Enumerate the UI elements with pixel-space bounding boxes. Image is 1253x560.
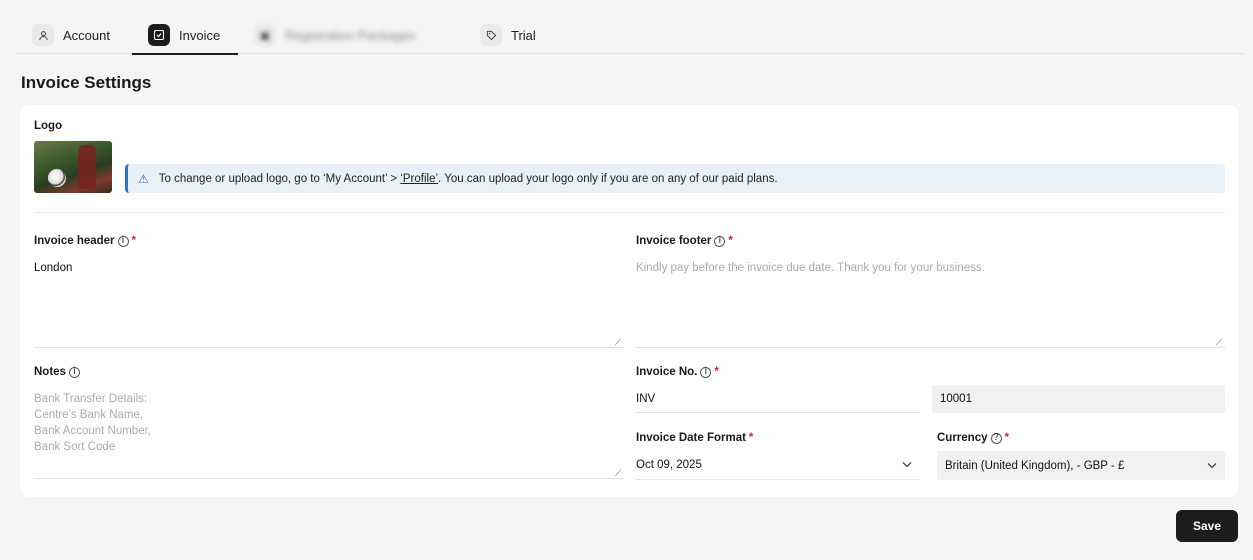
notes-placeholder-line: Bank Sort Code: [34, 441, 116, 453]
required-marker: *: [728, 235, 733, 247]
date-format-label-text: Invoice Date Format: [636, 432, 746, 444]
invoice-header-value: London: [34, 262, 73, 274]
currency-select[interactable]: Britain (United Kingdom), - GBP - £: [937, 451, 1225, 480]
logo-notice-text: To change or upload logo, go to ‘My Acco…: [159, 173, 778, 185]
tab-account-label: Account: [63, 27, 110, 43]
currency-value: Britain (United Kingdom), - GBP - £: [945, 459, 1125, 472]
date-format-label: Invoice Date Format *: [636, 432, 753, 444]
date-format-select[interactable]: Oct 09, 2025: [636, 451, 920, 480]
tab-invoice[interactable]: Invoice: [132, 16, 238, 55]
notes-placeholder-line: Bank Transfer Details:: [34, 393, 148, 405]
warning-icon: ⚠: [138, 171, 149, 186]
invoice-header-label: Invoice header i *: [34, 235, 136, 247]
tab-account[interactable]: Account: [16, 16, 132, 54]
divider: [34, 212, 1225, 213]
info-icon[interactable]: i: [714, 235, 726, 247]
package-icon: ▣: [254, 24, 276, 46]
required-marker: *: [748, 432, 754, 444]
tab-registration-packages[interactable]: ▣ Registration Packages: [238, 16, 464, 54]
logo-label-text: Logo: [34, 120, 63, 132]
resize-handle-icon[interactable]: ⟋: [1216, 337, 1222, 348]
notice-prefix: To change or upload logo, go to ‘My Acco…: [158, 172, 401, 185]
logo-image-player: [78, 145, 96, 189]
invoice-number-input[interactable]: 10001: [932, 385, 1225, 413]
invoice-no-label-text: Invoice No.: [636, 366, 698, 378]
save-button[interactable]: Save: [1176, 510, 1238, 542]
invoice-number-value: 10001: [940, 393, 972, 405]
invoice-footer-label-text: Invoice footer: [636, 235, 712, 247]
notes-label: Notes i: [34, 366, 80, 378]
invoice-footer-input[interactable]: Kindly pay before the invoice due date. …: [636, 260, 1225, 348]
notice-suffix: . You can upload your logo only if you a…: [438, 172, 778, 185]
invoice-no-label: Invoice No. i *: [636, 366, 719, 378]
required-marker: *: [714, 366, 719, 378]
resize-handle-icon[interactable]: ⟋: [615, 468, 621, 479]
notes-placeholder-line: Bank Account Number,: [34, 425, 151, 437]
info-icon[interactable]: i: [700, 366, 712, 378]
notes-input[interactable]: Bank Transfer Details: Centre’s Bank Nam…: [34, 391, 624, 479]
invoice-prefix-value: INV: [636, 392, 656, 405]
invoice-icon: [148, 24, 170, 46]
resize-handle-icon[interactable]: ⟋: [615, 337, 621, 348]
logo-image-ball: [48, 169, 66, 187]
invoice-header-input[interactable]: London: [34, 260, 624, 348]
invoice-footer-label: Invoice footer i *: [636, 235, 733, 247]
info-icon[interactable]: i: [117, 235, 129, 247]
help-icon[interactable]: ?: [990, 432, 1002, 444]
tag-icon: [480, 24, 502, 46]
date-format-value: Oct 09, 2025: [636, 459, 702, 471]
tab-trial[interactable]: Trial: [464, 16, 554, 54]
logo-notice: ⚠ To change or upload logo, go to ‘My Ac…: [125, 164, 1225, 193]
logo-label: Logo: [34, 120, 62, 132]
chevron-down-icon: [902, 460, 912, 471]
tab-invoice-label: Invoice: [179, 27, 221, 43]
currency-label-text: Currency: [937, 432, 988, 444]
notes-placeholder-line: Centre’s Bank Name,: [34, 409, 144, 421]
logo-image: [34, 141, 112, 193]
page-title: Invoice Settings: [21, 73, 152, 92]
info-icon[interactable]: i: [68, 366, 80, 378]
required-marker: *: [1004, 432, 1009, 444]
currency-label: Currency ? *: [937, 432, 1009, 444]
invoice-settings-card: Logo ⚠ To change or upload logo, go to ‘…: [20, 105, 1238, 497]
settings-tabs: Account Invoice ▣ Registration Packages …: [16, 16, 1244, 55]
profile-link[interactable]: ‘Profile’: [400, 173, 438, 185]
invoice-header-label-text: Invoice header: [34, 235, 115, 247]
user-icon: [32, 24, 54, 46]
tab-trial-label: Trial: [511, 27, 536, 43]
chevron-down-icon: [1207, 460, 1217, 471]
invoice-prefix-input[interactable]: INV: [636, 385, 920, 413]
required-marker: *: [131, 235, 137, 247]
notes-label-text: Notes: [34, 366, 66, 378]
invoice-footer-placeholder: Kindly pay before the invoice due date. …: [636, 262, 985, 274]
tab-registration-packages-label: Registration Packages: [285, 27, 416, 43]
